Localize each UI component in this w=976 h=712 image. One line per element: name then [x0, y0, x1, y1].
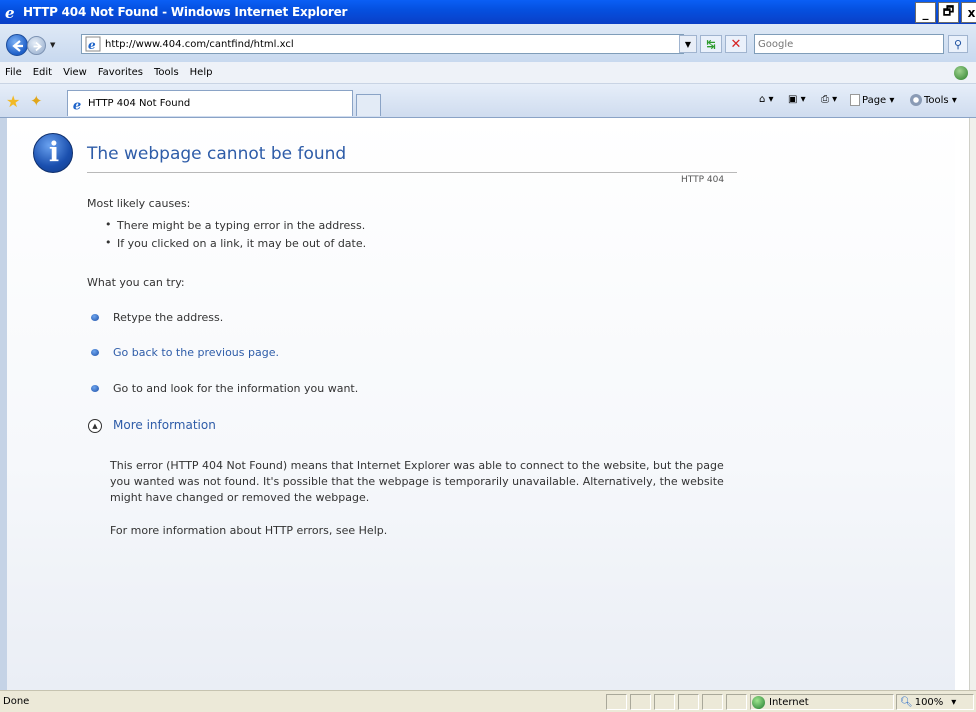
history-dropdown-icon[interactable]: ▼: [50, 41, 58, 49]
cause-item: There might be a typing error in the add…: [117, 219, 366, 232]
stop-icon[interactable]: ✕: [725, 35, 747, 53]
content-border: [0, 118, 7, 690]
svg-text:e: e: [73, 98, 81, 111]
add-favorites-icon[interactable]: ✦: [30, 92, 43, 110]
svg-text:e: e: [88, 38, 96, 52]
status-pane: [606, 694, 627, 710]
page-menu[interactable]: Page ▾: [850, 94, 894, 106]
status-pane: [702, 694, 723, 710]
address-toolbar: ▼ e http://www.404.com/cantfind/html.xcl…: [0, 24, 976, 62]
tools-menu-label: Tools: [924, 94, 949, 106]
security-zone[interactable]: Internet: [752, 694, 809, 710]
menu-edit[interactable]: Edit: [33, 67, 52, 78]
back-button[interactable]: [6, 34, 28, 56]
print-icon[interactable]: ⎙ ▾: [821, 94, 837, 105]
search-icon[interactable]: ⚲: [948, 35, 968, 53]
try-retype: Retype the address.: [113, 311, 224, 324]
zoom-control[interactable]: 🔍︎ 100% ▾: [900, 694, 956, 710]
forward-button[interactable]: [27, 36, 46, 55]
maximize-button[interactable]: 🗗: [938, 2, 959, 23]
menu-view[interactable]: View: [63, 67, 87, 78]
tools-menu[interactable]: Tools ▾: [910, 94, 957, 106]
status-pane: [678, 694, 699, 710]
page-icon: [850, 94, 860, 106]
globe-icon: [752, 695, 765, 709]
tab-active[interactable]: e HTTP 404 Not Found: [67, 90, 353, 116]
causes-title: Most likely causes:: [87, 197, 191, 210]
more-information-link[interactable]: More information: [113, 418, 216, 432]
tab-ie-icon: e: [73, 98, 81, 111]
address-url[interactable]: http://www.404.com/cantfind/html.xcl: [105, 39, 294, 50]
menu-bar: File Edit View Favorites Tools Help: [0, 62, 976, 84]
gear-icon: [910, 94, 922, 106]
address-field[interactable]: e http://www.404.com/cantfind/html.xcl: [81, 34, 684, 54]
tab-bar: ★ ✦ e HTTP 404 Not Found ⌂ ▾ ▣ ▾ ⎙ ▾ Pag…: [0, 84, 976, 118]
status-pane: [726, 694, 747, 710]
zoom-icon: 🔍︎: [900, 696, 913, 708]
bullet-icon: •: [105, 236, 112, 249]
feeds-icon[interactable]: ▣ ▾: [788, 94, 806, 105]
info-icon: i: [33, 133, 73, 173]
go-back-link[interactable]: Go back to the previous page.: [113, 346, 279, 359]
page-menu-label: Page: [862, 94, 887, 106]
minimize-button[interactable]: _: [915, 2, 936, 23]
back-arrow-icon: [12, 40, 23, 52]
page-ie-icon: e: [85, 36, 101, 52]
menu-tools[interactable]: Tools: [154, 67, 179, 78]
forward-arrow-icon: [33, 41, 42, 52]
menu-favorites[interactable]: Favorites: [98, 67, 143, 78]
cause-item: If you clicked on a link, it may be out …: [117, 237, 367, 250]
status-text: Done: [3, 696, 30, 707]
divider: [87, 172, 737, 173]
http-code: HTTP 404: [681, 175, 725, 185]
zoom-level: 100%: [914, 696, 944, 708]
try-title: What you can try:: [87, 276, 185, 289]
home-icon[interactable]: ⌂ ▾: [759, 94, 774, 105]
bullet-icon: •: [105, 218, 112, 231]
menu-help[interactable]: Help: [190, 67, 213, 78]
favorites-star-icon[interactable]: ★: [6, 92, 20, 111]
zone-label: Internet: [769, 696, 809, 708]
window-title: HTTP 404 Not Found - Windows Internet Ex…: [23, 5, 348, 19]
status-pane: [630, 694, 651, 710]
close-button[interactable]: x: [961, 2, 976, 23]
ie-logo-icon: e: [5, 4, 15, 20]
tab-label: HTTP 404 Not Found: [88, 98, 191, 109]
address-dropdown-icon[interactable]: ▼: [679, 35, 697, 53]
zoom-dropdown-icon: ▾: [951, 696, 957, 708]
search-input[interactable]: [755, 35, 943, 53]
addon-icon[interactable]: [954, 66, 968, 80]
title-bar: e HTTP 404 Not Found - Windows Internet …: [0, 0, 976, 24]
bullet-icon: [91, 314, 99, 321]
bullet-icon: [91, 349, 99, 356]
vertical-scrollbar[interactable]: [969, 118, 976, 690]
error-explanation: This error (HTTP 404 Not Found) means th…: [110, 459, 724, 504]
expand-chevron-icon[interactable]: ▲: [88, 419, 102, 433]
status-bar: Done Internet 🔍︎ 100% ▾: [0, 690, 976, 712]
status-pane: [654, 694, 675, 710]
page-title: The webpage cannot be found: [87, 144, 347, 164]
menu-file[interactable]: File: [5, 67, 22, 78]
help-text: For more information about HTTP errors, …: [110, 524, 388, 537]
new-tab-button[interactable]: [356, 94, 381, 116]
svg-text:e: e: [5, 4, 15, 20]
bullet-icon: [91, 385, 99, 392]
try-go-to: Go to and look for the information you w…: [113, 382, 359, 395]
search-field[interactable]: [754, 34, 944, 54]
refresh-icon[interactable]: ↹: [700, 35, 722, 53]
